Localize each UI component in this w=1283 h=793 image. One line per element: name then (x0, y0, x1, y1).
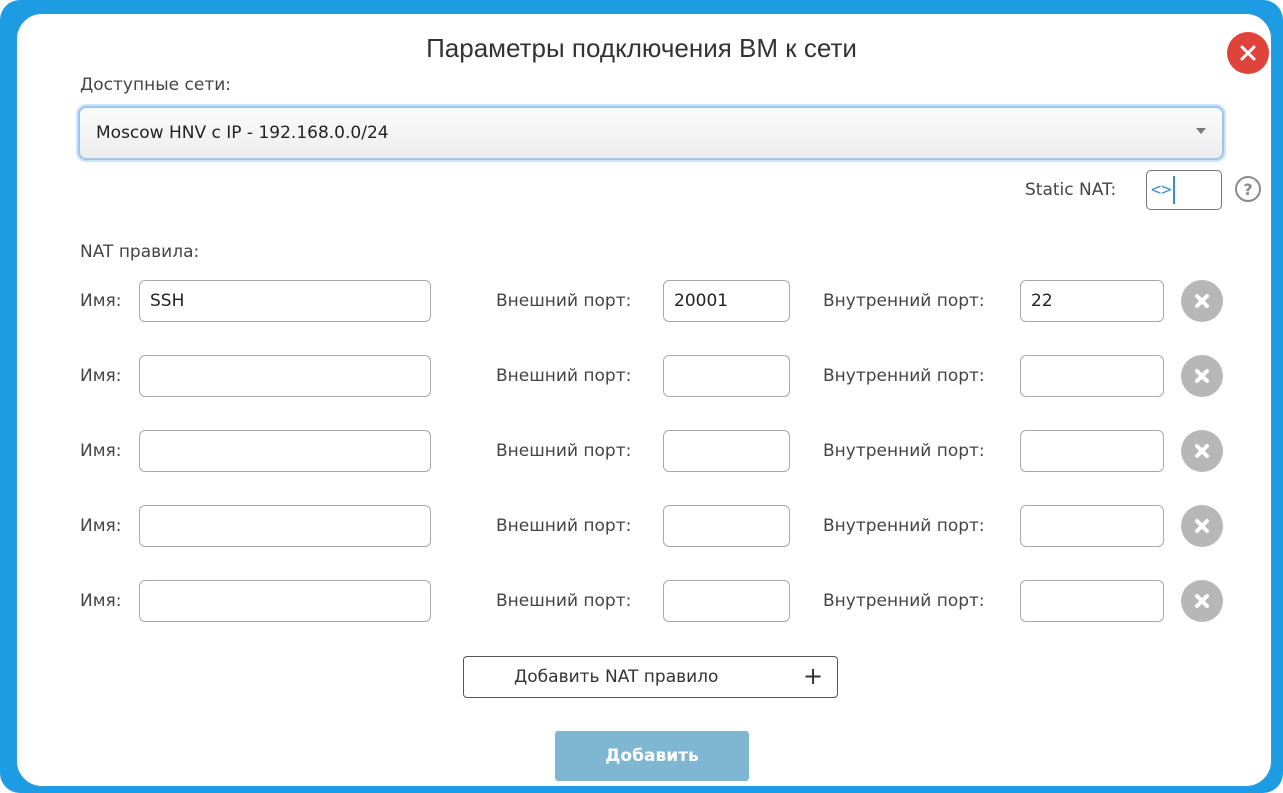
internal-port-input[interactable] (1020, 580, 1164, 622)
external-port-label: Внешний порт: (496, 366, 632, 386)
external-port-label: Внешний порт: (496, 441, 632, 461)
remove-rule-button[interactable] (1181, 580, 1223, 622)
internal-port-input[interactable] (1020, 505, 1164, 547)
external-port-label: Внешний порт: (496, 516, 632, 536)
network-select-value: Moscow HNV с IP - 192.168.0.0/24 (96, 123, 389, 143)
internal-port-input[interactable] (1020, 355, 1164, 397)
name-input[interactable] (139, 280, 431, 322)
remove-row-icon (1195, 294, 1209, 308)
internal-port-label: Внутренний порт: (823, 366, 985, 386)
internal-port-label: Внутренний порт: (823, 291, 985, 311)
external-port-label: Внешний порт: (496, 291, 632, 311)
add-nat-rule-label: Добавить NAT правило (514, 667, 719, 687)
external-port-label: Внешний порт: (496, 591, 632, 611)
name-label: Имя: (80, 441, 122, 461)
internal-port-label: Внутренний порт: (823, 516, 985, 536)
remove-rule-button[interactable] (1181, 505, 1223, 547)
name-label: Имя: (80, 291, 122, 311)
external-port-input[interactable] (663, 280, 790, 322)
remove-row-icon (1195, 369, 1209, 383)
close-button[interactable] (1227, 32, 1269, 74)
internal-port-label: Внутренний порт: (823, 591, 985, 611)
name-input[interactable] (139, 355, 431, 397)
nat-rules-label: NAT правила: (80, 242, 200, 262)
name-input[interactable] (139, 505, 431, 547)
remove-row-icon (1195, 444, 1209, 458)
submit-button[interactable]: Добавить (555, 731, 749, 781)
internal-port-input[interactable] (1020, 430, 1164, 472)
name-label: Имя: (80, 366, 122, 386)
external-port-input[interactable] (663, 580, 790, 622)
help-icon[interactable]: ? (1235, 176, 1261, 202)
name-label: Имя: (80, 591, 122, 611)
remove-row-icon (1195, 519, 1209, 533)
add-nat-rule-button[interactable]: Добавить NAT правило + (463, 656, 838, 698)
chevron-down-icon (1196, 128, 1206, 134)
static-nat-value: <> (1151, 176, 1176, 204)
networks-label: Доступные сети: (80, 75, 231, 95)
remove-rule-button[interactable] (1181, 430, 1223, 472)
close-icon (1240, 45, 1256, 61)
remove-rule-button[interactable] (1181, 355, 1223, 397)
network-select[interactable]: Moscow HNV с IP - 192.168.0.0/24 (78, 106, 1224, 160)
remove-rule-button[interactable] (1181, 280, 1223, 322)
static-nat-field[interactable]: <> (1146, 170, 1222, 210)
name-label: Имя: (80, 516, 122, 536)
external-port-input[interactable] (663, 430, 790, 472)
name-input[interactable] (139, 430, 431, 472)
remove-row-icon (1195, 594, 1209, 608)
name-input[interactable] (139, 580, 431, 622)
external-port-input[interactable] (663, 505, 790, 547)
internal-port-input[interactable] (1020, 280, 1164, 322)
internal-port-label: Внутренний порт: (823, 441, 985, 461)
static-nat-label: Static NAT: (1025, 180, 1117, 200)
dialog-title: Параметры подключения ВМ к сети (426, 33, 857, 63)
plus-icon: + (803, 662, 824, 690)
external-port-input[interactable] (663, 355, 790, 397)
